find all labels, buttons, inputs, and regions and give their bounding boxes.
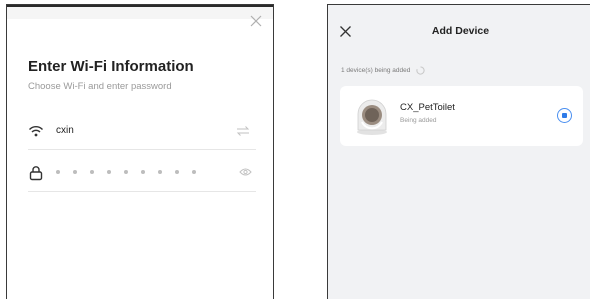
password-dot	[192, 170, 196, 174]
top-edge	[7, 5, 273, 7]
password-dot	[107, 170, 111, 174]
device-select-radio[interactable]	[557, 108, 572, 123]
close-icon[interactable]	[249, 14, 263, 28]
password-field[interactable]	[28, 154, 256, 192]
password-dot	[175, 170, 179, 174]
loading-spinner-icon	[416, 66, 426, 75]
password-dot	[124, 170, 128, 174]
password-dot	[141, 170, 145, 174]
password-dot	[73, 170, 77, 174]
password-mask	[56, 170, 196, 174]
device-status: Being added	[400, 117, 437, 124]
page-title: Enter Wi-Fi Information	[28, 58, 194, 75]
wifi-icon	[28, 126, 44, 137]
wifi-ssid-value: cxin	[56, 125, 74, 136]
add-device-screen: Add Device 1 device(s) being added CX_Pe…	[327, 4, 590, 299]
page-subtitle: Choose Wi-Fi and enter password	[28, 81, 172, 92]
password-dot	[158, 170, 162, 174]
eye-icon[interactable]	[239, 167, 252, 177]
adding-status-text: 1 device(s) being added	[341, 67, 411, 74]
device-card[interactable]: CX_PetToilet Being added	[340, 86, 583, 146]
password-dot	[90, 170, 94, 174]
password-dot	[56, 170, 60, 174]
wifi-setup-screen: Enter Wi-Fi Information Choose Wi-Fi and…	[6, 4, 274, 299]
pet-toilet-image	[357, 99, 387, 135]
device-name: CX_PetToilet	[400, 102, 455, 113]
adding-status: 1 device(s) being added	[341, 66, 426, 75]
lock-icon	[29, 166, 43, 181]
switch-network-icon[interactable]	[236, 125, 250, 137]
page-title: Add Device	[431, 25, 490, 37]
wifi-ssid-field[interactable]: cxin	[28, 112, 256, 150]
radio-indicator	[561, 112, 567, 118]
